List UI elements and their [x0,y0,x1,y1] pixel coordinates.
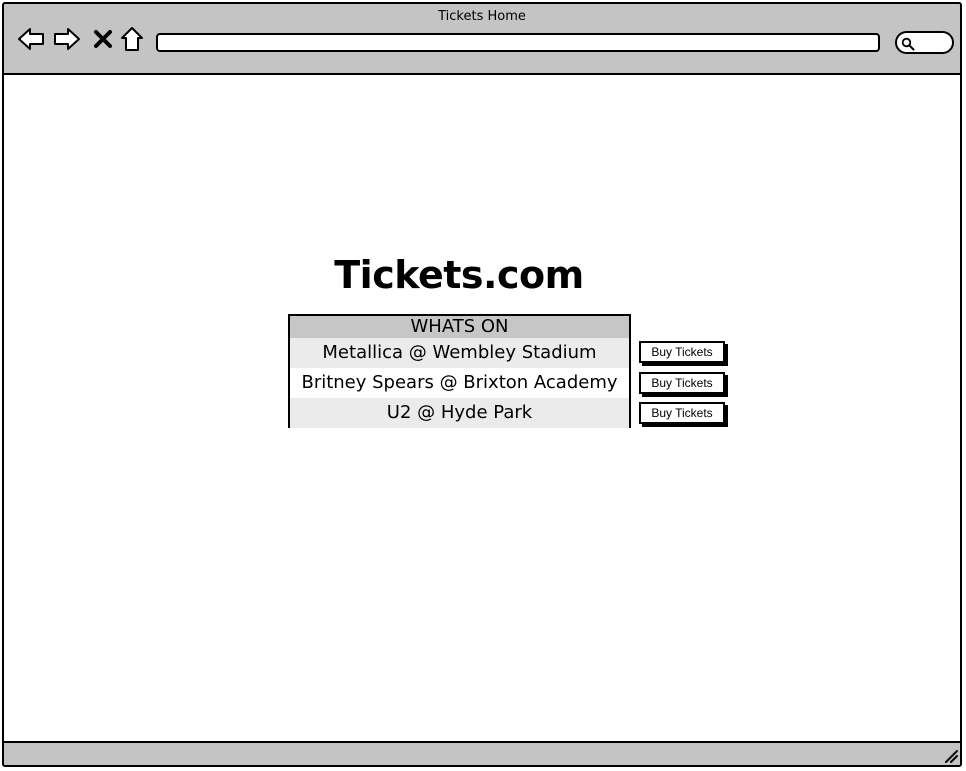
search-icon [901,37,915,51]
page-content: Tickets.com WHATS ON Metallica @ Wembley… [4,75,960,745]
buy-tickets-button[interactable]: Buy Tickets [639,372,725,394]
forward-arrow-icon [54,28,80,50]
search-box[interactable] [895,31,954,54]
close-icon [94,30,112,48]
buy-tickets-button[interactable]: Buy Tickets [639,341,725,363]
stop-button[interactable] [88,24,118,54]
whats-on-table: WHATS ON Metallica @ Wembley Stadium Bri… [288,314,631,428]
home-icon [121,27,143,51]
site-title: Tickets.com [334,253,584,297]
table-row: U2 @ Hyde Park [290,398,629,428]
table-header: WHATS ON [290,316,629,338]
window-title: Tickets Home [438,9,526,24]
buy-tickets-button[interactable]: Buy Tickets [639,402,725,424]
status-bar [4,741,960,765]
forward-button[interactable] [52,24,82,54]
browser-toolbar: Tickets Home [4,4,960,75]
table-row: Metallica @ Wembley Stadium [290,338,629,368]
resize-grip-icon[interactable] [944,749,958,763]
table-row: Britney Spears @ Brixton Academy [290,368,629,398]
home-button[interactable] [117,24,147,54]
back-button[interactable] [16,24,46,54]
back-arrow-icon [18,28,44,50]
browser-window: Tickets Home Tickets.com WHATS ON Metall… [2,2,962,767]
address-bar[interactable] [156,33,880,52]
